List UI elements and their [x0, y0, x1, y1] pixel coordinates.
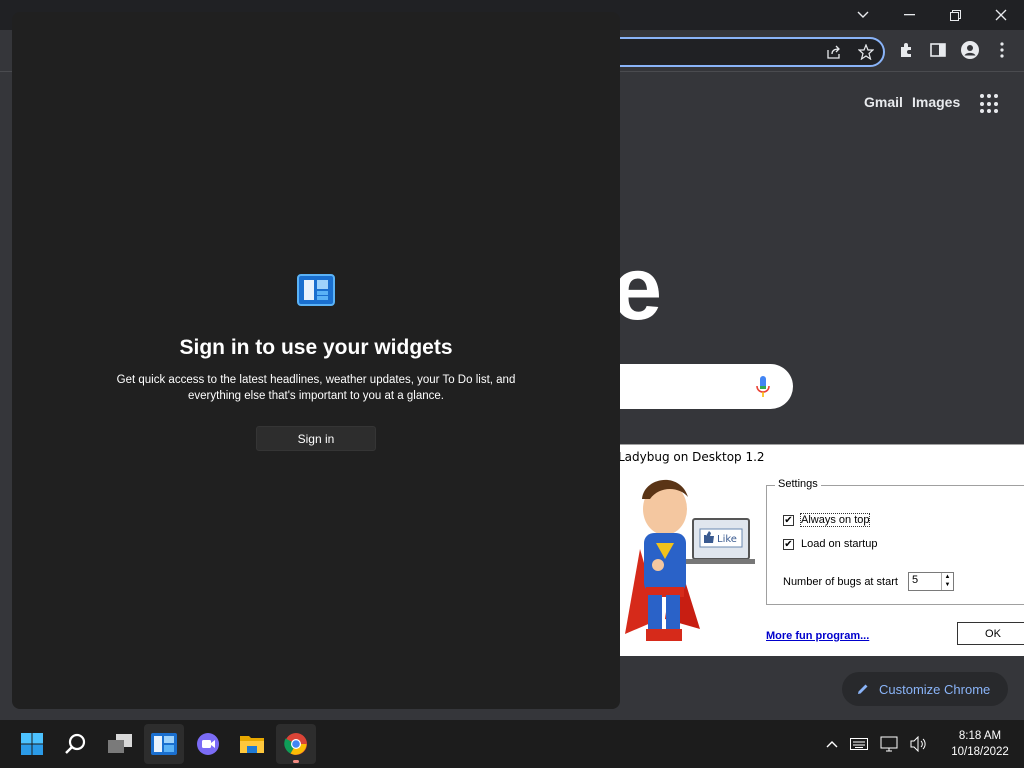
start-button[interactable] — [12, 724, 52, 764]
profile-icon[interactable] — [958, 38, 982, 62]
checkmark-icon: ✔ — [783, 538, 794, 550]
settings-group: Settings ✔ Always on top ✔ Load on start… — [766, 478, 1024, 605]
taskbar: 8:18 AM 10/18/2022 — [0, 720, 1024, 768]
tab-search-button[interactable] — [840, 0, 886, 30]
minimize-button[interactable] — [886, 0, 932, 30]
task-view-icon — [108, 734, 132, 753]
close-button[interactable] — [978, 0, 1024, 30]
widgets-description: Get quick access to the latest headlines… — [116, 374, 516, 402]
extensions-icon[interactable] — [894, 38, 918, 62]
keyboard-icon[interactable] — [850, 738, 868, 750]
search-icon — [65, 733, 86, 754]
widgets-logo-icon — [297, 274, 335, 306]
bugs-count-value[interactable]: 5 — [912, 574, 918, 586]
google-apps-icon[interactable] — [980, 94, 1000, 114]
checkmark-icon: ✔ — [783, 514, 794, 526]
clock[interactable]: 8:18 AM 10/18/2022 — [940, 728, 1020, 760]
chat-button[interactable] — [188, 724, 228, 764]
load-on-startup-label: Load on startup — [801, 538, 878, 550]
gmail-link[interactable]: Gmail — [864, 94, 903, 110]
always-on-top-checkbox[interactable]: ✔ Always on top — [783, 513, 871, 527]
star-icon[interactable] — [854, 40, 878, 64]
chevron-down-icon — [857, 11, 869, 18]
settings-label: Settings — [775, 478, 821, 490]
bugs-count-spinner[interactable]: 5 ▲ ▼ — [907, 572, 954, 591]
pencil-icon — [858, 684, 868, 694]
volume-icon[interactable] — [910, 736, 928, 752]
widgets-icon — [151, 733, 177, 755]
close-icon — [995, 9, 1007, 21]
restore-button[interactable] — [932, 0, 978, 30]
task-view-button[interactable] — [100, 724, 140, 764]
ok-button[interactable]: OK — [957, 622, 1024, 645]
file-explorer-button[interactable] — [232, 724, 272, 764]
chat-icon — [197, 733, 219, 755]
chrome-taskbar-button[interactable] — [276, 724, 316, 764]
start-icon — [21, 733, 43, 755]
system-tray — [826, 720, 928, 768]
spinner-arrows-icon[interactable]: ▲ ▼ — [940, 573, 953, 590]
always-on-top-label: Always on top — [799, 513, 871, 527]
more-icon[interactable] — [990, 38, 1014, 62]
customize-chrome-button[interactable]: Customize Chrome — [842, 672, 1008, 706]
like-label: Like — [717, 534, 737, 545]
images-link[interactable]: Images — [912, 94, 960, 110]
more-programs-link[interactable]: More fun program... — [766, 630, 869, 642]
chrome-icon — [284, 733, 307, 755]
superhero-illustration: Like — [625, 479, 755, 641]
microphone-icon[interactable] — [756, 376, 770, 398]
ladybug-dialog: Ladybug on Desktop 1.2 Like Settings ✔ A… — [610, 444, 1024, 656]
search-button[interactable] — [56, 724, 96, 764]
dialog-title: Ladybug on Desktop 1.2 — [618, 450, 765, 464]
widgets-title: Sign in to use your widgets — [179, 336, 453, 359]
running-indicator — [293, 760, 299, 763]
file-explorer-icon — [240, 736, 264, 753]
chevron-up-icon[interactable] — [826, 740, 838, 748]
customize-chrome-label: Customize Chrome — [879, 681, 991, 697]
bugs-count-row: Number of bugs at start 5 ▲ ▼ — [783, 572, 954, 591]
side-panel-icon[interactable] — [926, 38, 950, 62]
network-icon[interactable] — [880, 736, 898, 752]
clock-date: 10/18/2022 — [951, 746, 1009, 758]
share-icon[interactable] — [822, 40, 846, 64]
widgets-panel: Sign in to use your widgets Get quick ac… — [12, 12, 620, 709]
clock-time: 8:18 AM — [958, 730, 1002, 742]
widgets-button[interactable] — [144, 724, 184, 764]
restore-icon — [949, 9, 961, 21]
load-on-startup-checkbox[interactable]: ✔ Load on startup — [783, 538, 877, 550]
bugs-count-label: Number of bugs at start — [783, 575, 898, 588]
minimize-icon — [903, 14, 915, 16]
widgets-sign-in-button[interactable]: Sign in — [256, 426, 376, 451]
